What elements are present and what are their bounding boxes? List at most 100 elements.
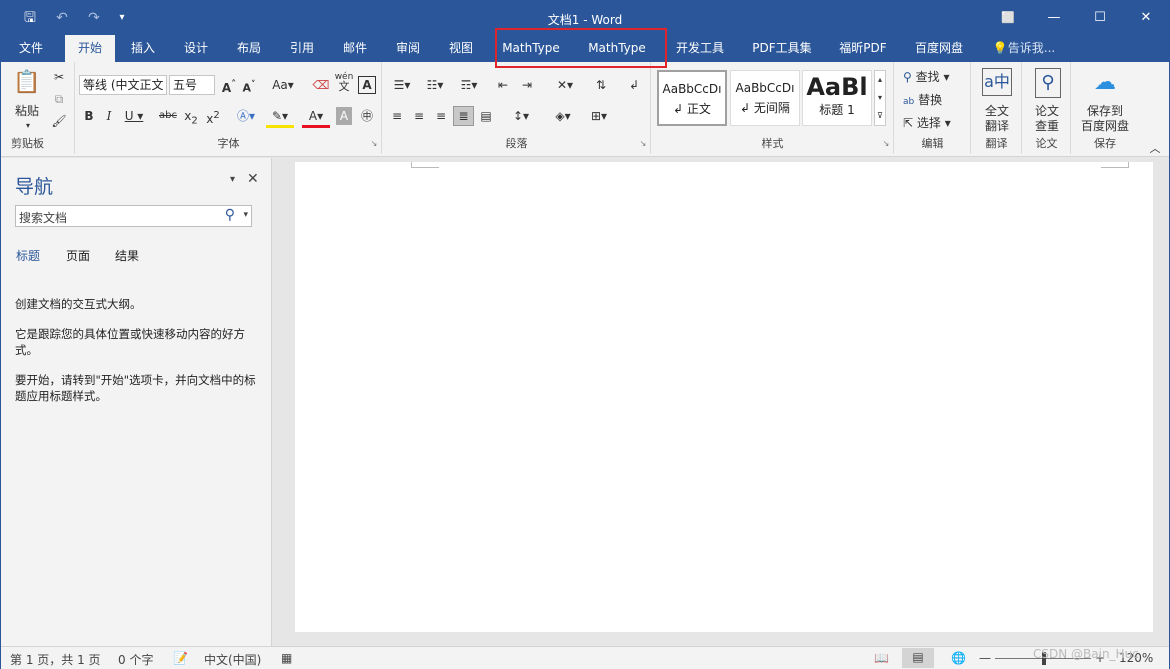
select-button[interactable]: ⇱ 选择 ▾ — [903, 114, 969, 132]
align-left-icon[interactable]: ≡ — [388, 107, 406, 125]
minimize-button[interactable]: — — [1039, 7, 1069, 29]
save-to-netdisk-label2[interactable]: 百度网盘 — [1072, 117, 1138, 135]
cut-icon[interactable]: ✂ — [49, 68, 69, 86]
collapse-ribbon-icon[interactable]: ︿ — [1147, 140, 1163, 158]
distributed-icon[interactable]: ▤ — [477, 107, 495, 125]
clear-formatting-icon[interactable]: ⌫ — [312, 76, 330, 94]
read-mode-icon[interactable]: 📖 — [874, 651, 889, 665]
font-color-icon[interactable]: A▾ — [302, 107, 330, 128]
paste-icon[interactable]: 📋 — [11, 68, 43, 98]
bold-icon[interactable]: B — [81, 107, 97, 125]
save-label: 保存 — [1094, 137, 1116, 150]
format-painter-icon[interactable]: 🖌 — [49, 112, 69, 130]
ribbon-display-options-icon[interactable]: ⬜ — [993, 7, 1023, 29]
thesis-check-icon[interactable]: ⚲ — [1035, 68, 1061, 98]
nav-tab-pages[interactable]: 页面 — [66, 247, 90, 264]
style-normal[interactable]: AaBbCcDı ↲ 正文 — [657, 70, 727, 126]
tab-developer[interactable]: 开发工具 — [671, 35, 729, 62]
phonetic-guide-icon[interactable]: wén 文 — [334, 72, 354, 93]
numbering-icon[interactable]: ☷▾ — [421, 76, 449, 94]
italic-icon[interactable]: I — [101, 107, 117, 125]
underline-icon[interactable]: U ▾ — [121, 107, 147, 125]
tab-view[interactable]: 视图 — [441, 35, 481, 62]
character-shading-icon[interactable]: A — [336, 107, 352, 125]
web-layout-icon[interactable]: 🌐 — [951, 651, 966, 665]
translate-icon[interactable]: a中 — [982, 68, 1012, 96]
chinese-layout-icon[interactable]: ✕▾ — [551, 76, 579, 94]
full-text-translate-label2[interactable]: 翻译 — [972, 117, 1022, 135]
strikethrough-icon[interactable]: abc — [156, 107, 180, 125]
find-button[interactable]: ⚲ 查找 ▾ — [903, 68, 969, 86]
close-button[interactable]: ✕ — [1131, 7, 1161, 29]
tab-layout[interactable]: 布局 — [229, 35, 269, 62]
tab-mailings[interactable]: 邮件 — [335, 35, 375, 62]
nav-search-input[interactable]: 搜索文档 ⚲ ▾ — [15, 205, 252, 227]
show-formatting-marks-icon[interactable]: ↲ — [625, 76, 643, 94]
document-page[interactable] — [295, 162, 1153, 632]
align-right-icon[interactable]: ≡ — [432, 107, 450, 125]
character-border-icon[interactable]: A — [358, 76, 376, 94]
tab-home[interactable]: 开始 — [65, 35, 115, 62]
maximize-button[interactable]: ☐ — [1085, 7, 1115, 29]
tab-file[interactable]: 文件 — [9, 35, 53, 62]
highlight-color-icon[interactable]: ✎▾ — [266, 107, 294, 128]
copy-icon[interactable]: ⧉ — [49, 90, 69, 108]
borders-icon[interactable]: ⊞▾ — [585, 107, 613, 125]
multilevel-list-icon[interactable]: ☶▾ — [455, 76, 483, 94]
font-size-dropdown[interactable]: 五号 — [169, 75, 215, 95]
replace-button[interactable]: ab 替换 — [903, 91, 969, 111]
margin-marker-left — [411, 162, 439, 168]
line-spacing-icon[interactable]: ↕▾ — [507, 107, 535, 125]
save-cloud-group: ☁ 保存到 百度网盘 保存 — [1072, 62, 1138, 154]
font-name-dropdown[interactable]: 等线 (中文正文 — [79, 75, 167, 95]
tab-pdf-tools[interactable]: PDF工具集 — [747, 35, 817, 62]
nav-tab-results[interactable]: 结果 — [115, 247, 139, 264]
bullets-icon[interactable]: ☰▾ — [388, 76, 416, 94]
tab-baidu-netdisk[interactable]: 百度网盘 — [909, 35, 969, 62]
language-indicator[interactable]: 中文(中国) — [204, 651, 261, 668]
paragraph-dialog-launcher-icon[interactable]: ↘ — [638, 135, 648, 153]
grow-font-icon[interactable]: A˄ — [220, 76, 238, 97]
tab-review[interactable]: 审阅 — [388, 35, 428, 62]
change-case-icon[interactable]: Aa▾ — [268, 76, 298, 94]
macro-icon[interactable]: ▦ — [281, 651, 292, 665]
nav-tab-headings[interactable]: 标题 — [16, 247, 40, 264]
style-no-spacing[interactable]: AaBbCcDı ↲ 无间隔 — [730, 70, 800, 126]
search-dropdown-icon[interactable]: ▾ — [243, 210, 248, 220]
tell-me-label: 告诉我... — [1007, 41, 1056, 55]
decrease-indent-icon[interactable]: ⇤ — [493, 76, 513, 94]
enclose-characters-icon[interactable]: ㊥ — [358, 107, 376, 125]
shrink-font-icon[interactable]: A˅ — [240, 76, 258, 98]
page-count[interactable]: 第 1 页，共 1 页 — [10, 651, 101, 668]
proofing-icon[interactable]: 📝 — [173, 651, 188, 665]
styles-dialog-launcher-icon[interactable]: ↘ — [881, 135, 891, 153]
nav-close-icon[interactable]: ✕ — [247, 171, 259, 187]
tell-me-search[interactable]: 💡告诉我... — [989, 35, 1059, 62]
shading-icon[interactable]: ◈▾ — [549, 107, 577, 125]
text-effects-icon[interactable]: Ⓐ▾ — [232, 107, 260, 125]
zoom-out-button[interactable]: — — [979, 651, 991, 665]
style-heading-1[interactable]: AaBl 标题 1 — [802, 70, 872, 126]
tab-design[interactable]: 设计 — [176, 35, 216, 62]
word-count[interactable]: 0 个字 — [118, 651, 153, 668]
subscript-icon[interactable]: x2 — [182, 107, 200, 130]
search-icon: ⚲ — [903, 70, 912, 84]
tab-references[interactable]: 引用 — [282, 35, 322, 62]
increase-indent-icon[interactable]: ⇥ — [517, 76, 537, 94]
justify-icon[interactable]: ≣ — [453, 106, 474, 126]
font-dialog-launcher-icon[interactable]: ↘ — [369, 135, 379, 153]
styles-scroll[interactable]: ▴ ▾ ⊽ — [874, 70, 886, 126]
style-normal-preview: AaBbCcDı — [662, 82, 722, 96]
print-layout-icon[interactable]: ▤ — [902, 648, 934, 668]
paste-dropdown-icon[interactable]: ▾ — [23, 117, 33, 135]
editing-label: 编辑 — [921, 137, 944, 150]
align-center-icon[interactable]: ≡ — [410, 107, 428, 125]
sort-icon[interactable]: ⇅ — [591, 76, 611, 94]
thesis-check-label2[interactable]: 查重 — [1023, 117, 1071, 135]
baidu-netdisk-icon[interactable]: ☁ — [1090, 68, 1120, 98]
search-icon[interactable]: ⚲ — [225, 207, 235, 223]
nav-options-icon[interactable]: ▾ — [230, 174, 235, 185]
superscript-icon[interactable]: x2 — [204, 107, 222, 128]
tab-insert[interactable]: 插入 — [123, 35, 163, 62]
tab-foxit-pdf[interactable]: 福昕PDF — [834, 35, 892, 62]
